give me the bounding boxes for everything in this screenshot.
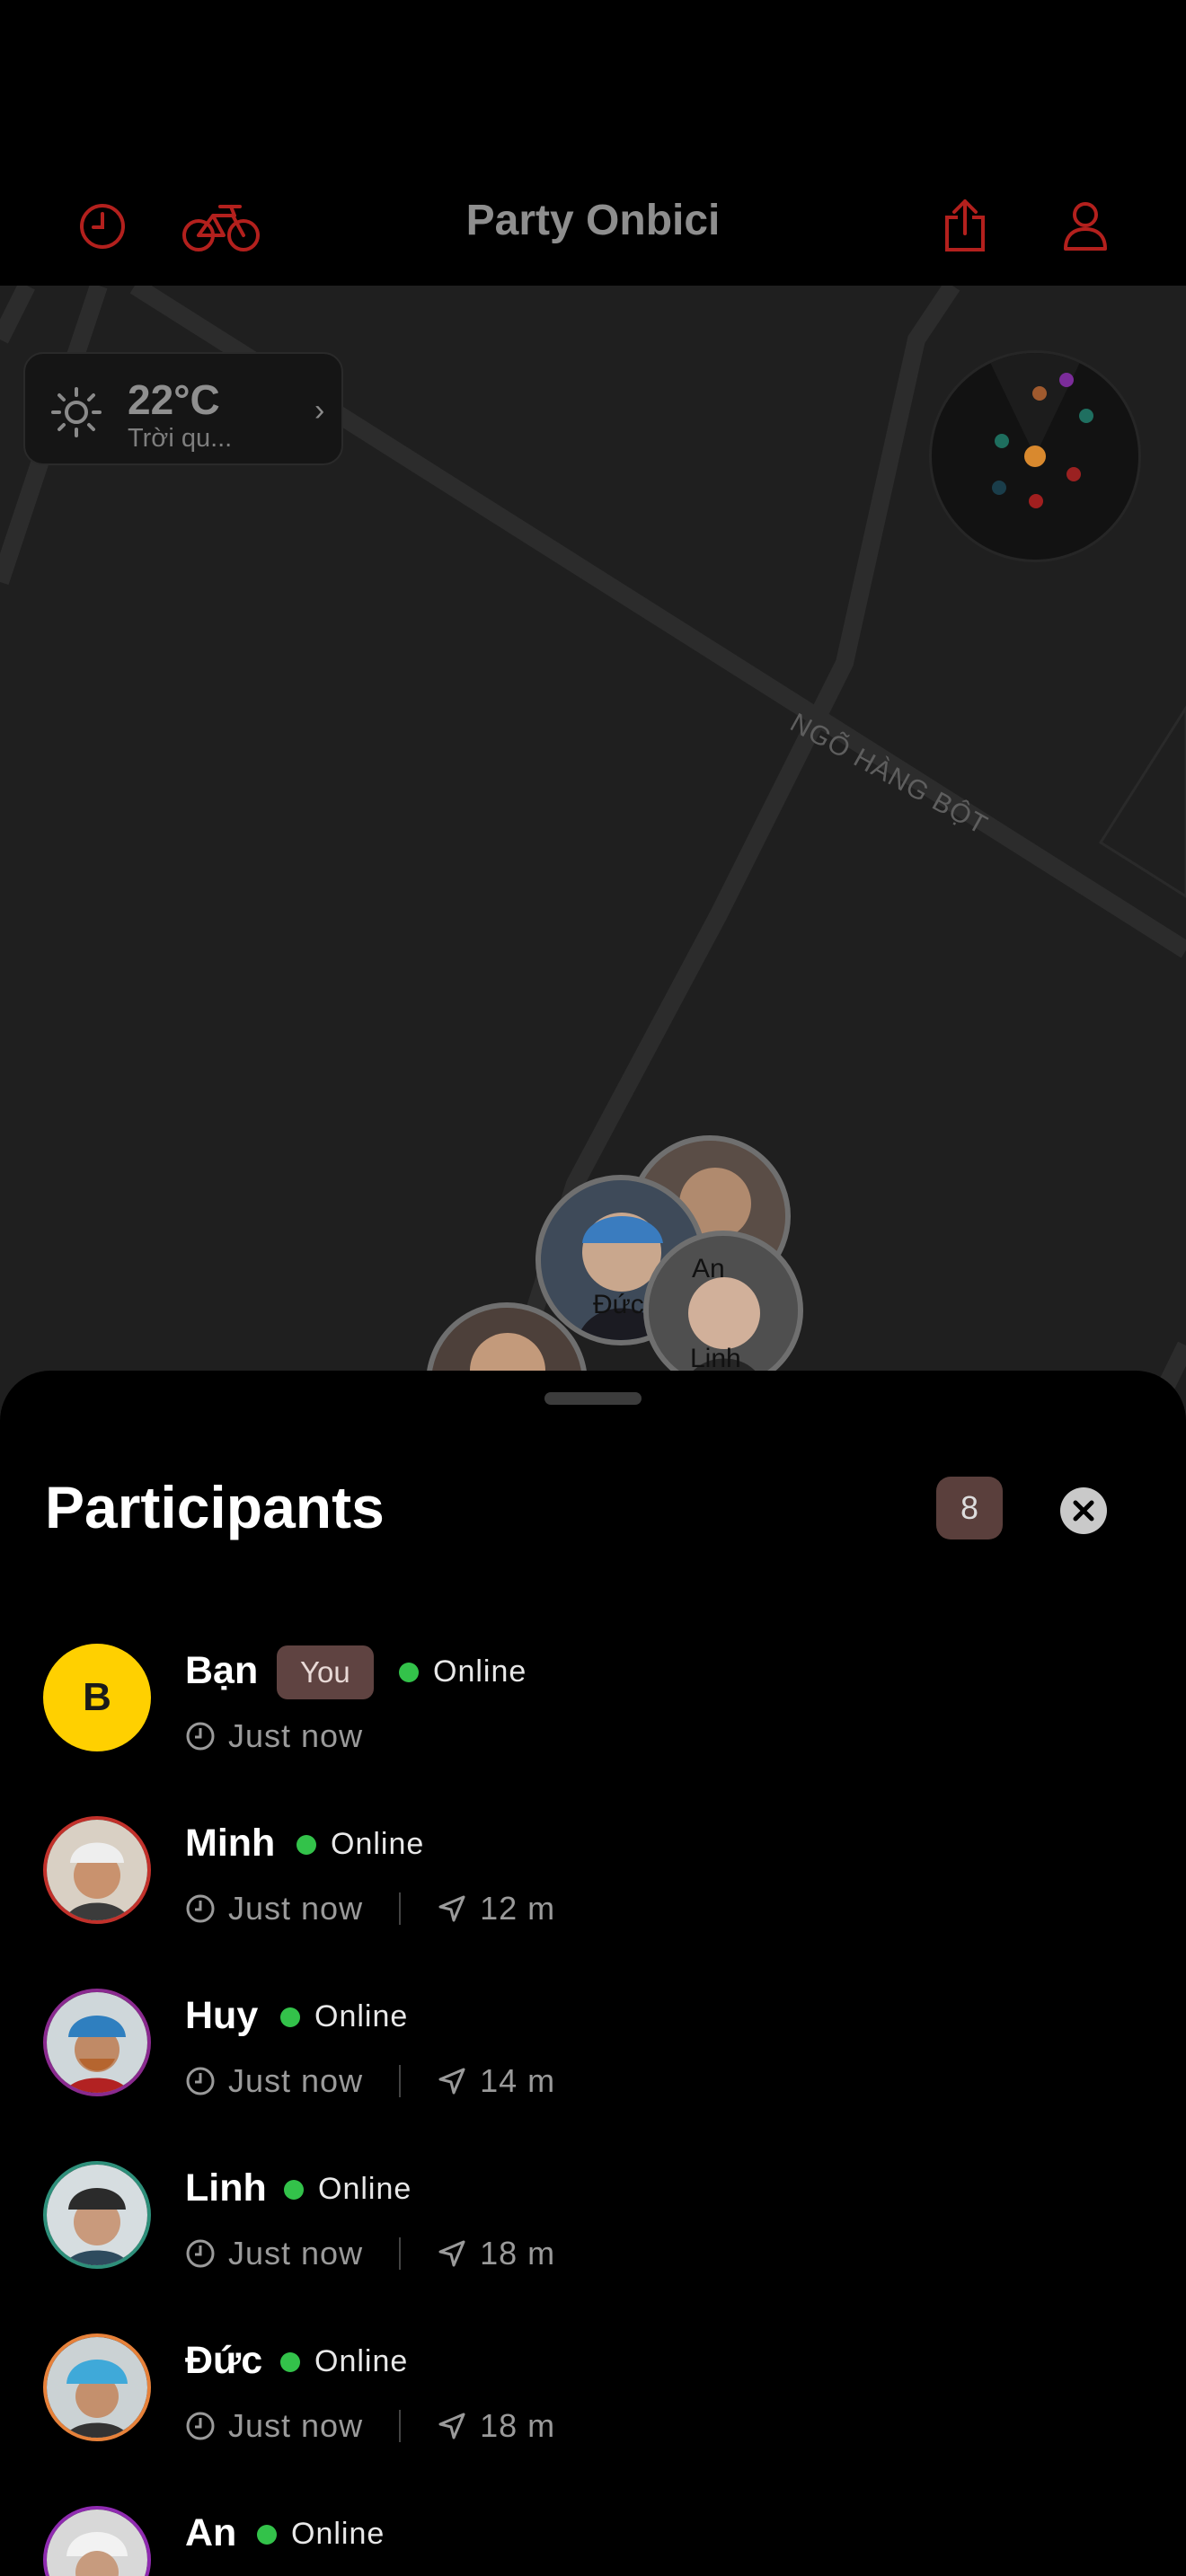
status-text: Online [318,2172,412,2206]
participant-meta: Just now 18 m [185,2407,555,2445]
online-dot-icon [399,1662,419,1682]
online-dot-icon [280,2351,300,2372]
online-dot-icon [296,1834,316,1855]
divider [399,2065,402,2097]
status-online: Online [284,2172,412,2207]
avatar [43,1816,151,1924]
you-badge: You [277,1645,374,1699]
clock-icon [186,2412,215,2440]
participant-row[interactable]: B Bạn You Online Just now [0,1644,1186,1816]
last-seen: Just now [228,2062,364,2099]
status-online: Online [280,1999,408,2034]
status-online: Online [296,1827,424,1862]
divider [399,2410,402,2442]
weather-description: Trời qu... [128,424,233,453]
marker-label-linh: Linh [690,1344,741,1373]
profile-icon[interactable] [1060,199,1111,253]
participant-name: Bạn [185,1649,259,1692]
weather-widget[interactable]: 22°C Trời qu... › [23,352,343,465]
participant-count-badge: 8 [936,1477,1003,1539]
participant-meta: Just now 12 m [185,1890,555,1928]
distance: 12 m [480,1890,556,1927]
participant-row[interactable]: Huy Online Just now 14 m [0,1989,1186,2161]
sun-icon [50,386,102,443]
avatar [43,2161,151,2269]
last-seen: Just now [228,2407,364,2444]
participant-row[interactable]: An Online [0,2506,1186,2576]
online-dot-icon [280,2007,300,2027]
clock-icon [186,1894,215,1923]
participant-meta: Just now 18 m [185,2235,555,2272]
status-online: Online [399,1654,527,1689]
marker-label-duc: Đức [593,1290,644,1319]
distance: 18 m [480,2235,556,2272]
chevron-right-icon: › [314,393,325,428]
participant-meta: Just now [185,1717,363,1755]
last-seen: Just now [228,2235,364,2272]
status-text: Online [433,1654,527,1689]
status-online: Online [280,2344,408,2379]
radar-minimap[interactable] [929,350,1141,562]
distance: 18 m [480,2407,556,2444]
status-text: Online [291,2517,385,2551]
navigation-arrow-icon [438,2068,465,2095]
status-text: Online [314,1999,409,2033]
avatar: B [43,1644,151,1751]
divider [399,1892,402,1925]
clock-icon [186,2067,215,2095]
participant-meta: Just now 14 m [185,2062,555,2100]
participants-sheet: Participants 8 B Bạn You Online Just now… [0,1371,1186,2576]
avatar [43,2506,151,2576]
clock-icon [186,1722,215,1751]
distance: 14 m [480,2062,556,2099]
close-icon [1073,1500,1094,1522]
avatar [43,1989,151,2096]
last-seen: Just now [228,1890,364,1927]
status-text: Online [331,1827,425,1861]
status-text: Online [314,2344,409,2378]
participant-marker-an[interactable]: An Linh [643,1231,803,1390]
weather-temperature: 22°C [128,376,220,423]
online-dot-icon [284,2179,304,2200]
navigation-arrow-icon [438,2413,465,2439]
top-bar: Party Onbici [0,0,1186,286]
sheet-drag-handle[interactable] [544,1392,642,1405]
participant-name: Minh [185,1822,276,1865]
marker-label-an: An [692,1254,725,1284]
clock-icon [186,2239,215,2268]
participant-name: Đức [185,2339,263,2382]
participant-name: An [185,2511,237,2554]
app-title: Party Onbici [465,197,721,244]
divider [399,2237,402,2270]
online-dot-icon [257,2524,277,2545]
participants-title: Participants [45,1474,385,1540]
app-screen: Party Onbici NGÕ HÀNG BỘT Đức An Linh 22… [0,0,1186,2576]
participant-row[interactable]: Đức Online Just now 18 m [0,2333,1186,2506]
navigation-arrow-icon [438,2240,465,2267]
status-online: Online [257,2517,385,2552]
participant-name: Linh [185,2166,267,2210]
navigation-arrow-icon [438,1895,465,1922]
participant-name: Huy [185,1994,259,2037]
last-seen: Just now [228,1717,364,1754]
share-icon[interactable] [940,196,990,257]
avatar [43,2333,151,2441]
participant-row[interactable]: Linh Online Just now 18 m [0,2161,1186,2333]
close-button[interactable] [1060,1487,1107,1534]
participant-row[interactable]: Minh Online Just now 12 m [0,1816,1186,1989]
